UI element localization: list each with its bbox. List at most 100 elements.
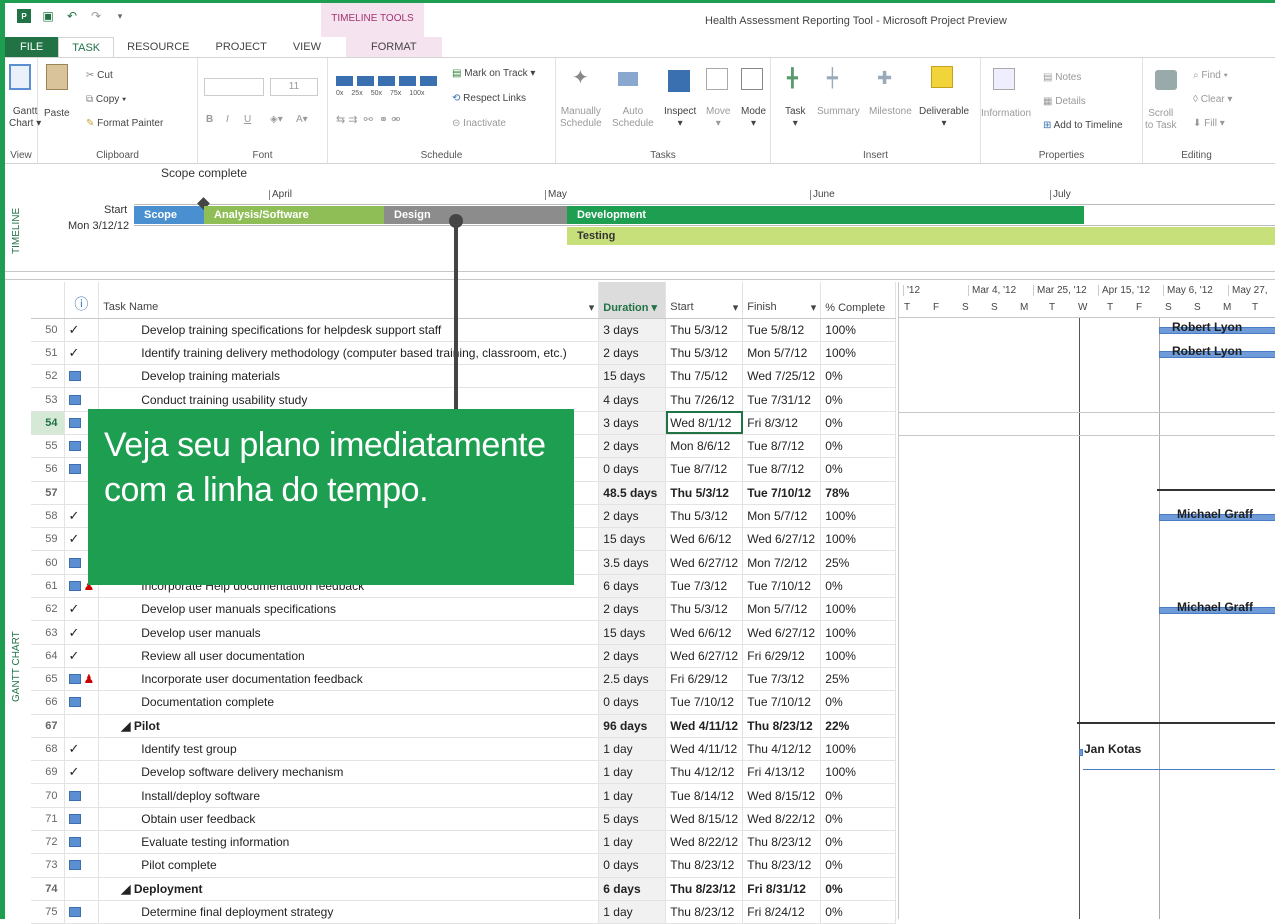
task-name-cell[interactable]: Develop software delivery mechanism	[98, 760, 600, 785]
duration-cell[interactable]: 0 days	[598, 690, 667, 715]
row-id[interactable]: 59	[31, 527, 65, 552]
start-cell[interactable]: Wed 4/11/12	[665, 714, 744, 738]
redo-icon[interactable]: ↷	[89, 9, 103, 23]
gantt-chart-area[interactable]: '12 Mar 4, '12 Mar 25, '12 Apr 15, '12 May 6…	[898, 282, 1275, 919]
start-cell[interactable]: Tue 7/10/12	[665, 690, 744, 715]
finish-cell[interactable]: Tue 7/3/12	[742, 667, 822, 692]
percent-50-icon[interactable]	[378, 76, 395, 86]
column-header-duration[interactable]: Duration ▾	[598, 282, 667, 319]
duration-cell[interactable]: 2 days	[598, 504, 667, 529]
clear-button[interactable]: ◊ Clear ▾	[1193, 94, 1232, 106]
row-id[interactable]: 57	[31, 481, 65, 505]
percent-complete-cell[interactable]: 100%	[820, 737, 897, 762]
percent-0-icon[interactable]	[336, 76, 353, 86]
finish-cell[interactable]: Thu 8/23/12	[742, 714, 822, 738]
task-name-cell[interactable]: Identify training delivery methodology (…	[98, 341, 600, 366]
duration-cell[interactable]: 1 day	[598, 760, 667, 785]
start-cell[interactable]: Thu 5/3/12	[665, 341, 744, 366]
percent-complete-cell[interactable]: 100%	[820, 318, 897, 342]
percent-complete-cell[interactable]: 0%	[820, 853, 897, 878]
finish-cell[interactable]: Tue 8/7/12	[742, 434, 822, 459]
column-header-info[interactable]: ⓘ	[64, 282, 100, 319]
table-row[interactable]: 51 ✓ Identify training delivery methodolog…	[31, 341, 897, 366]
save-icon[interactable]: ▣	[41, 9, 55, 23]
percent-complete-cell[interactable]: 25%	[820, 550, 897, 575]
underline-button[interactable]: U	[244, 114, 251, 126]
table-row[interactable]: 67 ◢ Pilot 96 days Wed 4/11/12 Thu 8/23/12 22…	[31, 714, 897, 738]
start-cell[interactable]: Thu 5/3/12	[665, 597, 744, 622]
finish-cell[interactable]: Tue 7/10/12	[742, 690, 822, 715]
percent-complete-cell[interactable]: 0%	[820, 387, 897, 412]
percent-complete-cell[interactable]: 0%	[820, 364, 897, 389]
duration-cell[interactable]: 96 days	[598, 714, 667, 738]
row-id[interactable]: 61	[31, 574, 65, 599]
table-row[interactable]: 53 Conduct training usability study 4 days…	[31, 387, 897, 412]
gantt-chart-button[interactable]: Gantt Chart ▾	[9, 106, 41, 130]
percent-complete-cell[interactable]: 78%	[820, 481, 897, 505]
finish-cell[interactable]: Fri 8/31/12	[742, 877, 822, 901]
duration-cell[interactable]: 6 days	[598, 877, 667, 901]
mark-on-track-button[interactable]: ▤ Mark on Track ▾	[452, 68, 535, 80]
timeline-view[interactable]: TIMELINE Scope complete Start Mon 3/12/1…	[5, 164, 1275, 272]
column-header-task-name[interactable]: Task Name ▾	[98, 282, 600, 319]
add-to-timeline-button[interactable]: ⊞ Add to Timeline	[1043, 120, 1123, 132]
font-name-combo[interactable]	[204, 78, 264, 96]
deliverable-button[interactable]: Deliverable ▾	[919, 106, 969, 130]
finish-cell[interactable]: Mon 7/2/12	[742, 550, 822, 575]
timeline-bar-design[interactable]: Design	[384, 206, 567, 224]
finish-cell[interactable]: Fri 4/13/12	[742, 760, 822, 785]
finish-cell[interactable]: Tue 7/10/12	[742, 481, 822, 505]
table-row[interactable]: 50 ✓ Develop training specifications for h…	[31, 318, 897, 342]
timeline-bar-development[interactable]: Development	[567, 206, 1084, 224]
row-id[interactable]: 67	[31, 714, 65, 738]
cut-button[interactable]: ✂ Cut	[86, 70, 113, 82]
inactivate-button[interactable]: ⊝ Inactivate	[452, 118, 506, 130]
task-name-cell[interactable]: Pilot complete	[98, 853, 600, 878]
table-row[interactable]: 71 Obtain user feedback 5 days Wed 8/15/12 W…	[31, 807, 897, 832]
percent-complete-cell[interactable]: 100%	[820, 620, 897, 645]
row-id[interactable]: 62	[31, 597, 65, 622]
table-row[interactable]: 66 Documentation complete 0 days Tue 7/10/1…	[31, 690, 897, 715]
task-name-cell[interactable]: Evaluate testing information	[98, 830, 600, 855]
details-button[interactable]: ▦ Details	[1043, 96, 1086, 108]
duration-cell[interactable]: 0 days	[598, 853, 667, 878]
start-cell[interactable]: Wed 8/1/12	[665, 411, 744, 435]
task-name-cell[interactable]: Develop user manuals	[98, 620, 600, 645]
column-header-id[interactable]	[31, 282, 65, 319]
table-row[interactable]: 73 Pilot complete 0 days Thu 8/23/12 Thu 8/2…	[31, 853, 897, 878]
milestone-button[interactable]: Milestone	[869, 106, 912, 118]
duration-cell[interactable]: 1 day	[598, 737, 667, 762]
row-id[interactable]: 71	[31, 807, 65, 832]
highlight-icon[interactable]: ◈▾	[270, 114, 283, 126]
percent-complete-cell[interactable]: 0%	[820, 783, 897, 808]
task-name-cell[interactable]: Conduct training usability study	[98, 387, 600, 412]
timeline-bar-scope[interactable]: Scope	[134, 206, 204, 224]
information-button[interactable]: Information	[981, 108, 1031, 120]
duration-cell[interactable]: 4 days	[598, 387, 667, 412]
start-cell[interactable]: Wed 6/6/12	[665, 620, 744, 645]
tab-view[interactable]: VIEW	[280, 37, 334, 57]
table-row[interactable]: 63 ✓ Develop user manuals 15 days Wed 6/6/12…	[31, 620, 897, 645]
undo-icon[interactable]: ↶	[65, 9, 79, 23]
start-cell[interactable]: Thu 8/23/12	[665, 900, 744, 924]
scroll-to-task-button[interactable]: Scroll to Task	[1145, 108, 1177, 132]
view-splitter[interactable]	[5, 272, 1275, 280]
row-id[interactable]: 53	[31, 387, 65, 412]
paste-button[interactable]: Paste	[44, 108, 70, 120]
task-name-cell[interactable]: Develop user manuals specifications	[98, 597, 600, 622]
start-cell[interactable]: Fri 6/29/12	[665, 667, 744, 692]
row-id[interactable]: 63	[31, 620, 65, 645]
duration-cell[interactable]: 2 days	[598, 597, 667, 622]
column-header-finish[interactable]: Finish ▾	[742, 282, 822, 319]
task-name-cell[interactable]: Develop training materials	[98, 364, 600, 389]
finish-cell[interactable]: Wed 6/27/12	[742, 620, 822, 645]
table-row[interactable]: 74 ◢ Deployment 6 days Thu 8/23/12 Fri 8/31/…	[31, 877, 897, 901]
duration-cell[interactable]: 2 days	[598, 341, 667, 366]
tab-task[interactable]: TASK	[58, 37, 115, 57]
start-cell[interactable]: Wed 4/11/12	[665, 737, 744, 762]
inspect-button[interactable]: Inspect ▾	[664, 106, 696, 130]
tab-file[interactable]: FILE	[5, 37, 59, 57]
column-header-start[interactable]: Start ▾	[665, 282, 744, 319]
fill-button[interactable]: ⬇ Fill ▾	[1193, 118, 1225, 130]
tab-format[interactable]: FORMAT	[345, 37, 442, 57]
